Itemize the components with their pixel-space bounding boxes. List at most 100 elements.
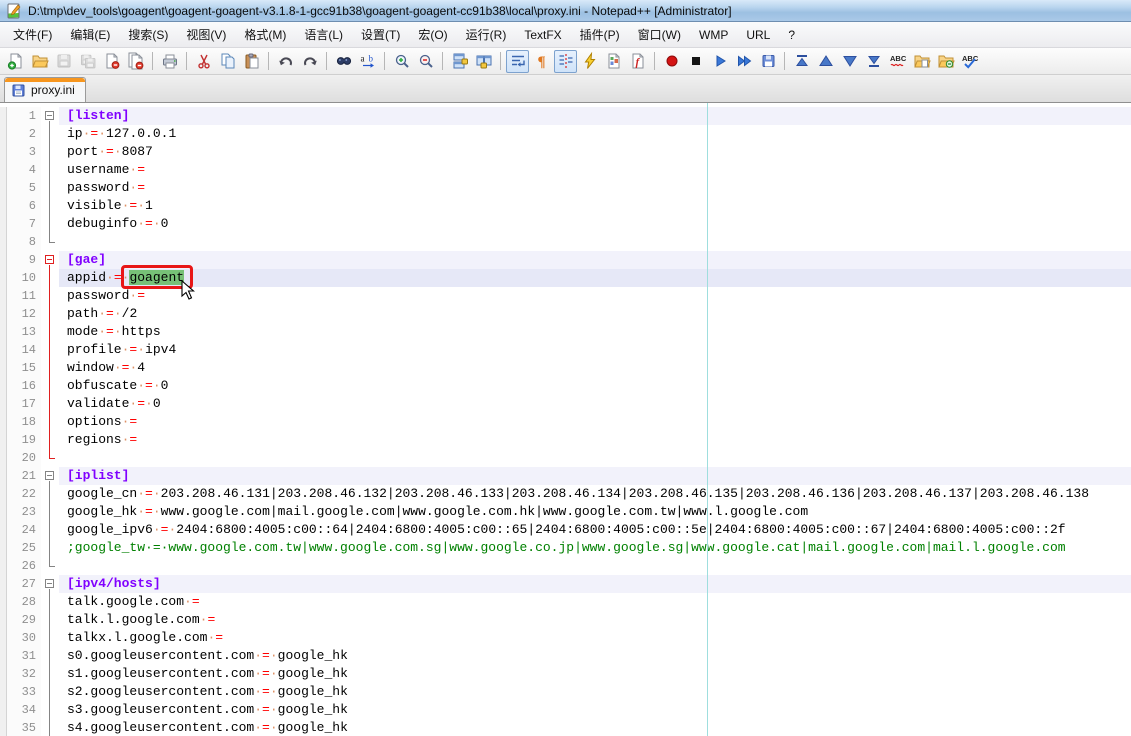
cut-button[interactable] [192,50,215,73]
menu-item-t[interactable]: 设置(T) [352,22,409,47]
fold-collapse-box-icon[interactable] [45,255,54,264]
line-text[interactable]: google_cn·=·203.208.46.131|203.208.46.13… [59,485,1131,503]
editor-line[interactable]: 33 s2.googleusercontent.com·=·google_hk [0,683,1131,701]
macro-record-button[interactable] [660,50,683,73]
line-text[interactable]: port·=·8087 [59,143,1131,161]
editor-line[interactable]: 4 username·= [0,161,1131,179]
editor-line[interactable]: 5 password·= [0,179,1131,197]
paste-button[interactable] [240,50,263,73]
editor-line[interactable]: 31 s0.googleusercontent.com·=·google_hk [0,647,1131,665]
macro-play-button[interactable] [708,50,731,73]
editor-line[interactable]: 23 google_hk·=·www.google.com|mail.google… [0,503,1131,521]
auto-spell-check-button[interactable]: ABC [958,50,981,73]
editor-line[interactable]: 12 path·=·/2 [0,305,1131,323]
line-text[interactable]: talkx.l.google.com·= [59,629,1131,647]
line-text[interactable]: google_ipv6·=·2404:6800:4005:c00::64|240… [59,521,1131,539]
nav-down-button[interactable] [838,50,861,73]
editor-line[interactable]: 1 [listen] [0,107,1131,125]
menu-item-textfx[interactable]: TextFX [515,24,570,46]
line-text[interactable]: password·= [59,179,1131,197]
editor-line[interactable]: 21 [iplist] [0,467,1131,485]
line-text[interactable]: mode·=·https [59,323,1131,341]
line-text[interactable]: s1.googleusercontent.com·=·google_hk [59,665,1131,683]
line-text[interactable]: [listen] [59,107,1131,125]
save-all-button[interactable] [76,50,99,73]
line-text[interactable]: obfuscate·=·0 [59,377,1131,395]
redo-button[interactable] [298,50,321,73]
editor-line[interactable]: 28 talk.google.com·= [0,593,1131,611]
line-text[interactable]: regions·= [59,431,1131,449]
editor-line[interactable]: 14 profile·=·ipv4 [0,341,1131,359]
open-folder-button[interactable] [910,50,933,73]
line-text[interactable]: username·= [59,161,1131,179]
editor-line[interactable]: 15 window·=·4 [0,359,1131,377]
editor-line[interactable]: 9 [gae] [0,251,1131,269]
line-text[interactable]: talk.l.google.com·= [59,611,1131,629]
menu-item-v[interactable]: 视图(V) [177,22,235,47]
sync-vertical-scroll-button[interactable] [448,50,471,73]
line-text[interactable]: s3.googleusercontent.com·=·google_hk [59,701,1131,719]
replace-button[interactable]: ab [356,50,379,73]
show-indent-guide-button[interactable] [554,49,577,73]
line-text[interactable]: google_hk·=·www.google.com|mail.google.c… [59,503,1131,521]
line-text[interactable]: window·=·4 [59,359,1131,377]
zoom-out-button[interactable] [414,50,437,73]
spell-check-button[interactable]: ABC [886,50,909,73]
editor-line[interactable]: 34 s3.googleusercontent.com·=·google_hk [0,701,1131,719]
new-file-button[interactable] [4,50,27,73]
line-text[interactable]: s4.googleusercontent.com·=·google_hk [59,719,1131,736]
editor-line[interactable]: 3 port·=·8087 [0,143,1131,161]
copy-button[interactable] [216,50,239,73]
menu-item-m[interactable]: 格式(M) [235,22,295,47]
macro-stop-button[interactable] [684,50,707,73]
folder-link-button[interactable] [934,50,957,73]
line-text[interactable]: [ipv4/hosts] [59,575,1131,593]
editor-line[interactable]: 8 [0,233,1131,251]
menu-item-r[interactable]: 运行(R) [457,22,516,47]
line-text[interactable]: validate·=·0 [59,395,1131,413]
editor-line[interactable]: 13 mode·=·https [0,323,1131,341]
editor-line[interactable]: 7 debuginfo·=·0 [0,215,1131,233]
close-button[interactable] [100,50,123,73]
editor-line[interactable]: 19 regions·= [0,431,1131,449]
sync-horizontal-scroll-button[interactable] [472,50,495,73]
menu-item-url[interactable]: URL [737,24,779,46]
menu-item-s[interactable]: 搜索(S) [119,22,177,47]
editor-line[interactable]: 30 talkx.l.google.com·= [0,629,1131,647]
line-text[interactable]: password·= [59,287,1131,305]
fold-collapse-box-icon[interactable] [45,579,54,588]
line-text[interactable]: ;google_tw·=·www.google.com.tw|www.googl… [59,539,1131,557]
text-editor[interactable]: 1 [listen] 2 ip·=·127.0.0.1 3 port·=·8087 4 use… [0,103,1131,736]
document-map-button[interactable] [602,50,625,73]
editor-line[interactable]: 6 visible·=·1 [0,197,1131,215]
print-button[interactable] [158,50,181,73]
editor-line[interactable]: 17 validate·=·0 [0,395,1131,413]
menu-item-e[interactable]: 编辑(E) [61,22,119,47]
line-text[interactable]: appid·=·goagent [59,265,1131,300]
nav-last-button[interactable] [862,50,885,73]
line-text[interactable]: ip·=·127.0.0.1 [59,125,1131,143]
line-text[interactable]: path·=·/2 [59,305,1131,323]
menu-item-wmp[interactable]: WMP [690,24,737,46]
menu-item-w[interactable]: 窗口(W) [629,22,690,47]
line-text[interactable]: profile·=·ipv4 [59,341,1131,359]
editor-line[interactable]: 11 password·= [0,287,1131,305]
nav-up-button[interactable] [814,50,837,73]
line-text[interactable]: talk.google.com·= [59,593,1131,611]
editor-line[interactable]: 18 options·= [0,413,1131,431]
editor-line[interactable]: 26 [0,557,1131,575]
save-button[interactable] [52,50,75,73]
line-text[interactable] [59,449,1131,467]
user-defined-dialog-button[interactable] [578,50,601,73]
editor-line[interactable]: 29 talk.l.google.com·= [0,611,1131,629]
macro-run-multiple-button[interactable] [732,50,755,73]
show-all-characters-button[interactable]: ¶ [530,50,553,73]
editor-line[interactable]: 10 appid·=·goagent [0,265,1131,300]
title-bar[interactable]: D:\tmp\dev_tools\goagent\goagent-goagent… [0,0,1131,22]
nav-first-button[interactable] [790,50,813,73]
function-list-button[interactable]: f [626,50,649,73]
menu-item-l[interactable]: 语言(L) [295,22,352,47]
tab-proxy-ini[interactable]: proxy.ini [4,77,86,102]
menu-item-p[interactable]: 插件(P) [571,22,629,47]
undo-button[interactable] [274,50,297,73]
